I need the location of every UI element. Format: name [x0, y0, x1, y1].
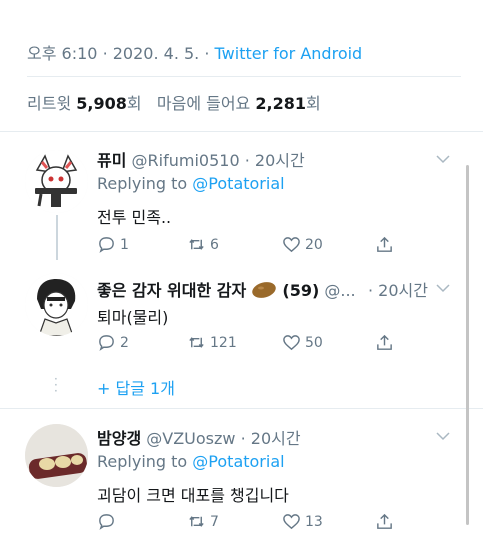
share-button[interactable] [375, 512, 398, 531]
tweet-timestamp: 오후 6:10 · 2020. 4. 5. · Twitter for Andr… [27, 44, 363, 63]
retweet-icon [189, 239, 204, 250]
retweets-stat[interactable]: 리트윗 5,908회 [27, 94, 142, 113]
show-more-replies-link[interactable]: + 답글 1개 [97, 375, 175, 399]
heart-icon [283, 237, 300, 253]
author-handle[interactable]: @Rifumi0510 [132, 151, 240, 170]
retweet-button[interactable]: 6 [187, 235, 219, 254]
author-name[interactable]: 퓨미 [97, 151, 126, 170]
reply-icon [99, 335, 114, 351]
share-button[interactable] [375, 333, 398, 352]
reply-button[interactable]: 1 [97, 235, 129, 254]
tweet-time: · 20시간 [240, 429, 301, 448]
share-button[interactable] [375, 235, 398, 254]
reply-header: 좋은 감자 위대한 감자 (59) @... [97, 281, 356, 300]
mention-link[interactable]: @Potatorial [192, 452, 284, 471]
author-name[interactable]: 밤양갱 [97, 429, 141, 448]
tweet-actions: 1 6 20 [97, 235, 397, 257]
replying-to: Replying to @Potatorial [97, 174, 285, 193]
tweet-time: · 20시간 [368, 281, 428, 300]
retweet-button[interactable]: 7 [187, 512, 219, 531]
reply-button[interactable]: 2 [97, 333, 129, 352]
thread-dots: · · · [54, 372, 58, 398]
author-handle[interactable]: @... [324, 281, 355, 300]
tweet-client-link[interactable]: Twitter for Android [215, 44, 363, 63]
retweet-button[interactable]: 121 [187, 333, 237, 352]
divider [27, 76, 461, 77]
avatar[interactable] [25, 273, 88, 336]
like-button[interactable]: 20 [282, 235, 323, 254]
replying-to: Replying to @Potatorial [97, 452, 285, 471]
author-handle[interactable]: @VZUoszw [146, 429, 235, 448]
tweet-text: 퇴마(물리) [97, 308, 169, 327]
thread-line [56, 215, 58, 260]
tweet-time: · 20시간 [244, 151, 305, 170]
author-name[interactable]: 좋은 감자 위대한 감자 [97, 281, 246, 300]
heart-icon [283, 514, 300, 530]
tweet-actions: 7 13 [97, 512, 397, 534]
share-icon [377, 334, 392, 350]
reply-header: 밤양갱 @VZUoszw · 20시간 [97, 425, 301, 449]
divider [0, 408, 483, 409]
like-button[interactable]: 13 [282, 512, 323, 531]
likes-stat[interactable]: 마음에 들어요 2,281회 [157, 94, 321, 113]
chevron-down-icon[interactable] [435, 280, 451, 296]
share-icon [377, 513, 392, 529]
mention-link[interactable]: @Potatorial [192, 174, 284, 193]
avatar[interactable] [25, 424, 88, 487]
tweet-stats: 리트윗 5,908회 마음에 들어요 2,281회 [27, 90, 321, 114]
like-button[interactable]: 50 [282, 333, 323, 352]
chevron-down-icon[interactable] [435, 428, 451, 444]
divider [0, 131, 483, 132]
heart-icon [283, 335, 300, 351]
tweet-text: 전투 민족.. [97, 208, 172, 227]
reply-header: 퓨미 @Rifumi0510 · 20시간 [97, 147, 305, 171]
reply-button[interactable] [97, 512, 120, 531]
potato-emoji-icon [252, 282, 277, 298]
reply-icon [99, 514, 114, 530]
tweet-text: 괴담이 크면 대포를 챙깁니다 [97, 486, 289, 505]
retweet-icon [189, 516, 204, 527]
tweet-actions: 2 121 50 [97, 333, 397, 355]
tweet-date: 2020. 4. 5. [112, 44, 200, 63]
retweet-icon [189, 337, 204, 348]
scrollbar[interactable] [466, 165, 469, 525]
reply-icon [99, 237, 114, 253]
chevron-down-icon[interactable] [435, 151, 451, 167]
share-icon [377, 236, 392, 252]
avatar[interactable] [25, 150, 88, 213]
tweet-time: 오후 6:10 [27, 44, 98, 63]
